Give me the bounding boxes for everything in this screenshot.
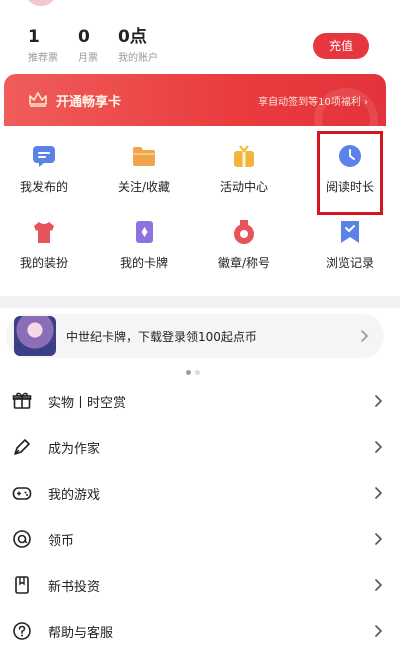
menu-item-physical-rewards[interactable]: 实物丨时空赏	[0, 378, 400, 424]
grid-item-my-cards[interactable]: 我的卡牌	[100, 204, 188, 274]
gamepad-icon	[12, 487, 32, 500]
grid-label-badge-title: 徽章/称号	[217, 256, 271, 270]
vip-banner-promo: 享自动签到等10项福利 ›	[258, 97, 368, 108]
menu-item-help-support[interactable]: 帮助与客服	[0, 608, 400, 654]
pen-icon	[14, 439, 30, 455]
promo-text: 中世纪卡牌，下载登录领100起点币	[66, 330, 257, 344]
promo-carousel: 中世纪卡牌，下载登录领100起点币	[0, 308, 400, 378]
grid-item-browse-history[interactable]: 浏览记录	[306, 204, 394, 274]
menu-label-physical-rewards: 实物丨时空赏	[48, 396, 127, 411]
game-thumbnail	[14, 316, 56, 356]
feature-grid: 我发布的 关注/收藏 活动中心 阅读时长 我的装扮 我的卡牌 徽章/称号 浏览记…	[0, 126, 400, 296]
medal-icon	[234, 220, 254, 244]
crown-icon	[29, 92, 47, 107]
menu-item-get-coins[interactable]: 领币	[0, 516, 400, 562]
tshirt-icon	[34, 222, 54, 243]
grid-label-my-posts: 我发布的	[19, 180, 68, 194]
gift-icon	[12, 392, 32, 409]
chevron-right-icon	[361, 330, 369, 342]
chevron-right-icon	[375, 625, 383, 637]
menu-item-new-book-invest[interactable]: 新书投资	[0, 562, 400, 608]
recommend-ticket-count: 1	[28, 27, 40, 47]
clock-icon	[339, 145, 361, 167]
avatar[interactable]	[26, 0, 56, 6]
menu-list: 实物丨时空赏 成为作家 我的游戏 领币 新书投资 帮助与客服	[0, 378, 400, 658]
grid-label-browse-history: 浏览记录	[325, 256, 374, 270]
bookmark-icon	[15, 576, 29, 594]
chevron-right-icon	[375, 395, 383, 407]
grid-label-reading-time: 阅读时长	[325, 180, 374, 194]
promo-banner[interactable]: 中世纪卡牌，下载登录领100起点币	[6, 314, 384, 358]
carousel-dot-active	[186, 370, 191, 375]
carousel-indicator	[186, 360, 204, 379]
menu-label-my-games: 我的游戏	[48, 488, 101, 503]
history-icon	[341, 221, 359, 243]
recommend-ticket-label: 推荐票	[28, 53, 58, 64]
grid-label-activity-center: 活动中心	[219, 180, 268, 194]
grid-item-badge-title[interactable]: 徽章/称号	[200, 204, 288, 274]
monthly-ticket-label: 月票	[78, 53, 98, 64]
coin-icon	[13, 530, 31, 548]
grid-label-follow-collect: 关注/收藏	[117, 180, 171, 194]
chevron-right-icon	[375, 579, 383, 591]
card-icon	[136, 221, 153, 243]
monthly-ticket-count: 0	[78, 27, 90, 47]
account-balance-label: 我的账户	[118, 53, 158, 64]
vip-membership-banner[interactable]: 开通畅享卡 享自动签到等10项福利 ›	[4, 74, 386, 126]
menu-label-help-support: 帮助与客服	[48, 626, 114, 641]
account-balance-stat[interactable]: 0点 我的账户	[118, 28, 158, 64]
grid-label-my-cards: 我的卡牌	[119, 256, 168, 270]
menu-item-become-writer[interactable]: 成为作家	[0, 424, 400, 470]
grid-item-follow-collect[interactable]: 关注/收藏	[100, 128, 188, 198]
grid-item-my-outfit[interactable]: 我的装扮	[0, 204, 88, 274]
menu-item-my-games[interactable]: 我的游戏	[0, 470, 400, 516]
recharge-button[interactable]: 充值	[313, 33, 369, 59]
grid-item-my-posts[interactable]: 我发布的	[0, 128, 88, 198]
carousel-dot	[195, 370, 200, 375]
gift-box-icon	[234, 145, 254, 167]
grid-item-activity-center[interactable]: 活动中心	[200, 128, 288, 198]
grid-item-reading-time[interactable]: 阅读时长	[306, 128, 394, 198]
chevron-right-icon	[375, 487, 383, 499]
grid-label-my-outfit: 我的装扮	[19, 256, 68, 270]
menu-label-become-writer: 成为作家	[48, 442, 101, 457]
message-icon	[33, 146, 55, 167]
menu-label-get-coins: 领币	[48, 534, 75, 549]
chevron-right-icon	[375, 441, 383, 453]
monthly-ticket-stat[interactable]: 0 月票	[78, 28, 98, 64]
recommend-ticket-stat[interactable]: 1 推荐票	[28, 28, 58, 64]
vip-banner-title: 开通畅享卡	[56, 95, 122, 110]
folder-icon	[133, 147, 155, 166]
help-icon	[13, 622, 31, 640]
chevron-right-icon	[375, 533, 383, 545]
account-balance-value: 0点	[118, 27, 147, 47]
menu-label-new-book-invest: 新书投资	[48, 580, 101, 595]
